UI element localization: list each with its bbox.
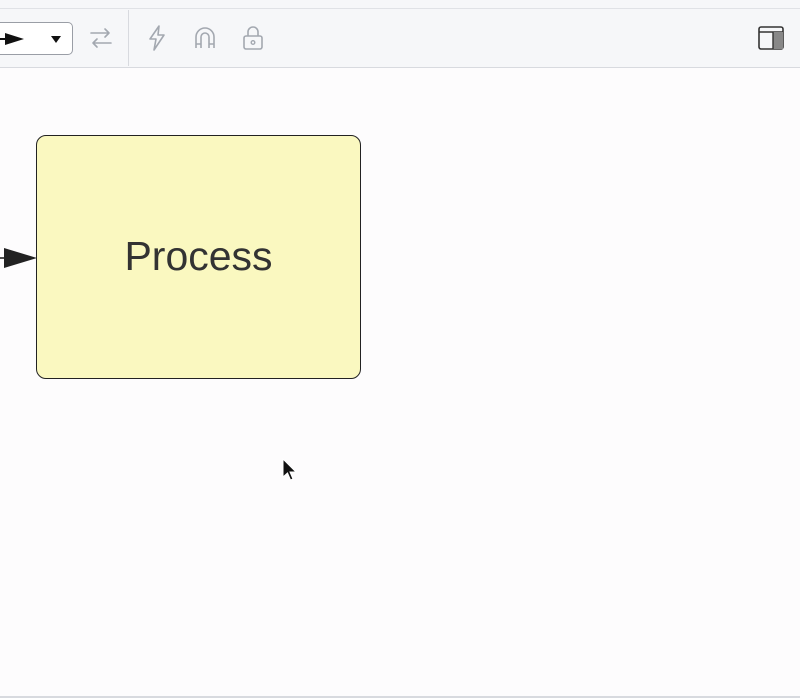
lock-icon[interactable] xyxy=(239,24,267,52)
toolbar xyxy=(0,0,800,68)
panel-toggle-icon[interactable] xyxy=(757,24,785,52)
arrow-right-filled-icon xyxy=(0,33,24,45)
node-label: Process xyxy=(124,232,273,279)
mouse-pointer-icon xyxy=(282,458,298,481)
lightning-icon[interactable] xyxy=(143,24,171,52)
toolbar-separator xyxy=(128,10,129,66)
caret-down-icon xyxy=(51,36,61,43)
swap-direction-icon[interactable] xyxy=(87,24,115,52)
arrow-style-select[interactable] xyxy=(0,22,73,55)
connector-edge[interactable] xyxy=(0,244,40,272)
toolbar-top-divider xyxy=(0,8,800,9)
magnet-icon[interactable] xyxy=(191,24,219,52)
process-node[interactable]: Process xyxy=(36,135,361,379)
